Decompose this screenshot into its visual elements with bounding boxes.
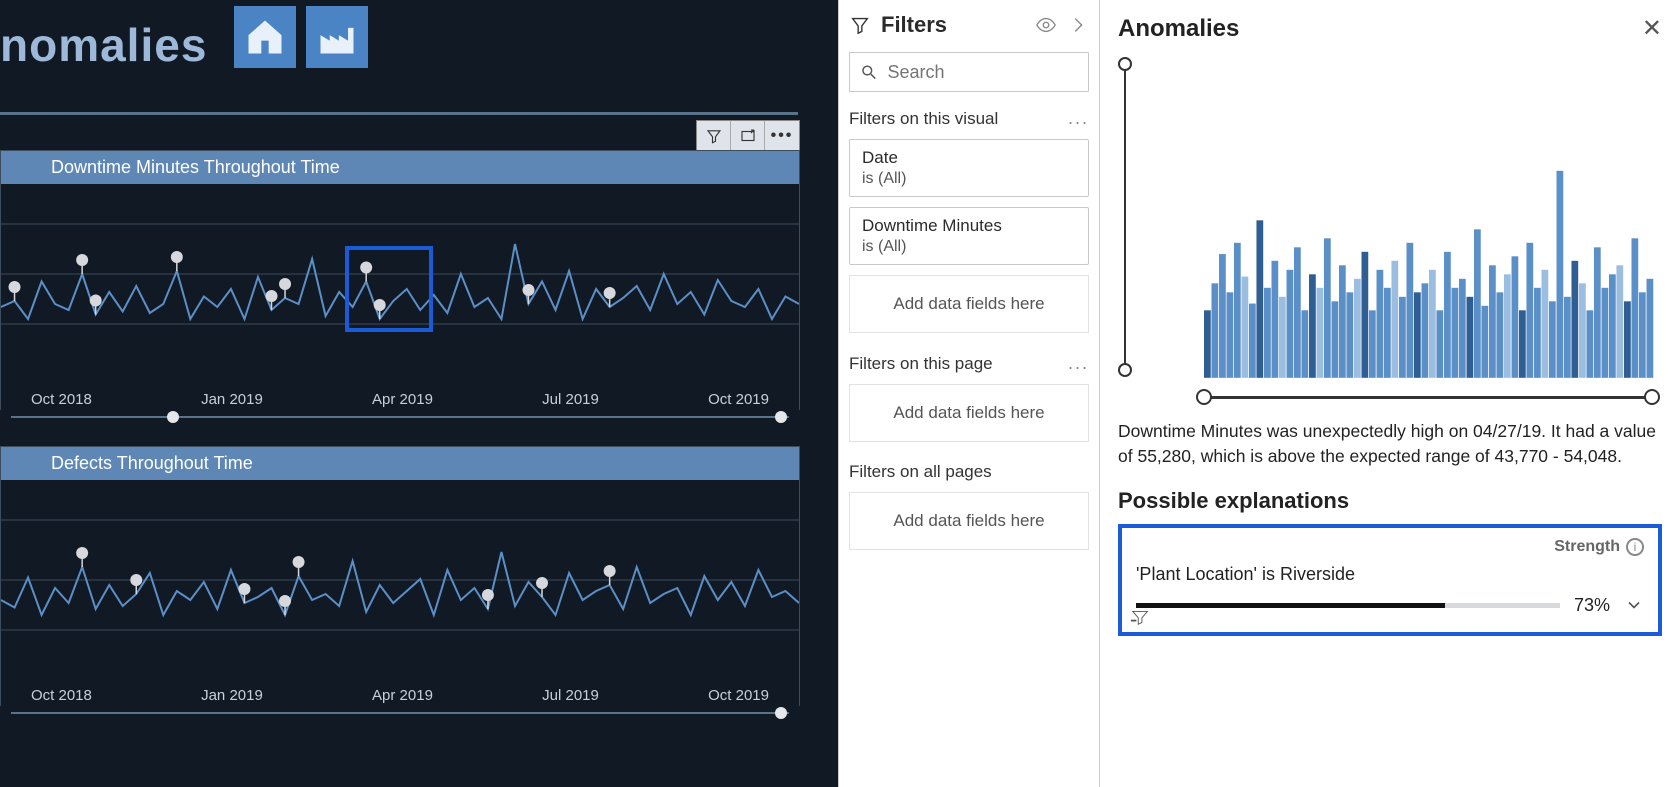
section-title: Filters on this visual [849, 109, 998, 129]
info-icon[interactable]: i [1626, 538, 1644, 556]
anomalies-title: Anomalies [1118, 15, 1642, 43]
eye-icon[interactable] [1035, 14, 1057, 36]
strength-label: Strength [1554, 538, 1620, 556]
filter-icon [849, 14, 871, 36]
chevron-down-icon[interactable] [1624, 595, 1644, 615]
filters-pane: Filters Filters on this visual ... Date … [838, 0, 1100, 787]
x-tick: Oct 2018 [31, 391, 92, 408]
strength-percent: 73% [1574, 595, 1610, 616]
time-scrubber[interactable] [11, 414, 789, 420]
chevron-right-icon[interactable] [1067, 14, 1089, 36]
x-tick: Jan 2019 [201, 687, 263, 704]
apply-filter-icon[interactable] [1130, 607, 1152, 630]
anomalies-pane: Anomalies ✕ Downtime Minutes was unexpec… [1100, 0, 1680, 787]
x-range-track[interactable] [1202, 396, 1654, 399]
filter-dropzone-visual[interactable]: Add data fields here [849, 275, 1089, 333]
filter-search[interactable] [849, 52, 1089, 92]
report-canvas: nomalies ••• Downtime Minutes Throughout… [0, 0, 838, 787]
chart-defects[interactable]: Defects Throughout Time Oct 2018 Jan 201… [0, 446, 800, 706]
filter-state: is (All) [862, 170, 1076, 188]
mini-chart-plot [1204, 71, 1654, 378]
anomaly-description: Downtime Minutes was unexpectedly high o… [1118, 419, 1662, 470]
x-tick: Jan 2019 [201, 391, 263, 408]
scrub-handle[interactable] [775, 707, 787, 719]
x-axis: Oct 2018 Jan 2019 Apr 2019 Jul 2019 Oct … [31, 391, 769, 408]
filter-dropzone-all[interactable]: Add data fields here [849, 492, 1089, 550]
page-title: nomalies [0, 18, 207, 72]
explanation-card[interactable]: Strength i 'Plant Location' is Riverside… [1118, 524, 1662, 636]
search-icon [860, 62, 877, 82]
search-input[interactable] [887, 62, 1078, 83]
x-tick: Oct 2019 [708, 687, 769, 704]
visual-more-button[interactable]: ••• [765, 121, 799, 151]
home-icon [243, 15, 287, 59]
x-tick: Jul 2019 [542, 687, 599, 704]
chart-plot [1, 480, 799, 670]
chart-downtime[interactable]: Downtime Minutes Throughout Time Oct 201… [0, 150, 800, 410]
section-title: Filters on all pages [849, 462, 992, 482]
y-range-track[interactable] [1124, 61, 1126, 373]
filter-name: Downtime Minutes [862, 216, 1076, 236]
scrub-handle[interactable] [775, 411, 787, 423]
factory-button[interactable] [306, 6, 368, 68]
filter-state: is (All) [862, 238, 1076, 256]
y-range-handle[interactable] [1118, 363, 1132, 377]
factory-icon [315, 15, 359, 59]
filter-dropzone-page[interactable]: Add data fields here [849, 384, 1089, 442]
section-title: Filters on this page [849, 354, 993, 374]
x-tick: Apr 2019 [372, 687, 433, 704]
filter-card-downtime[interactable]: Downtime Minutes is (All) [849, 207, 1089, 265]
time-scrubber[interactable] [11, 710, 789, 716]
x-tick: Apr 2019 [372, 391, 433, 408]
filter-name: Date [862, 148, 1076, 168]
visual-focus-button[interactable] [731, 121, 765, 151]
section-more[interactable]: ... [1068, 353, 1089, 374]
y-range-handle[interactable] [1118, 57, 1132, 71]
filter-card-date[interactable]: Date is (All) [849, 139, 1089, 197]
x-range-handle[interactable] [1196, 389, 1212, 405]
filters-title: Filters [881, 12, 1025, 38]
x-range-handle[interactable] [1644, 389, 1660, 405]
divider [0, 112, 798, 115]
scrub-handle[interactable] [167, 411, 179, 423]
visual-toolbar: ••• [696, 120, 800, 152]
ellipsis-icon: ••• [771, 127, 794, 145]
possible-explanations-title: Possible explanations [1118, 488, 1662, 514]
section-more[interactable]: ... [1068, 108, 1089, 129]
anomaly-mini-chart[interactable] [1118, 53, 1662, 413]
home-button[interactable] [234, 6, 296, 68]
chart-title: Downtime Minutes Throughout Time [1, 151, 799, 184]
x-axis: Oct 2018 Jan 2019 Apr 2019 Jul 2019 Oct … [31, 687, 769, 704]
anomaly-highlight [345, 246, 433, 332]
chart-title: Defects Throughout Time [1, 447, 799, 480]
focus-icon [739, 127, 757, 145]
x-tick: Jul 2019 [542, 391, 599, 408]
visual-filter-button[interactable] [697, 121, 731, 151]
filter-icon [705, 127, 723, 145]
explanation-text: 'Plant Location' is Riverside [1136, 564, 1644, 585]
strength-bar [1136, 603, 1560, 608]
x-tick: Oct 2019 [708, 391, 769, 408]
close-button[interactable]: ✕ [1642, 14, 1662, 43]
x-tick: Oct 2018 [31, 687, 92, 704]
